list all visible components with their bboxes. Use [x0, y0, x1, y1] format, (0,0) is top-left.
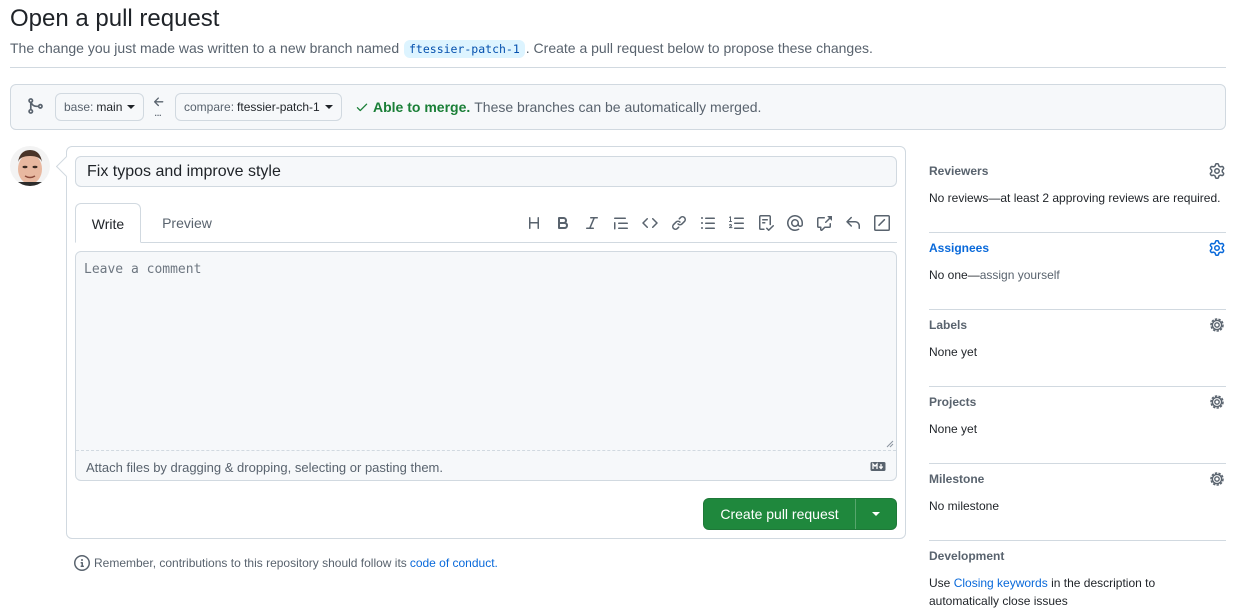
resize-handle-icon[interactable]	[886, 440, 894, 448]
divider	[10, 67, 1226, 68]
slash-commands-icon[interactable]	[867, 213, 896, 233]
italic-icon[interactable]	[577, 213, 606, 233]
check-icon	[356, 103, 368, 112]
page-title: Open a pull request	[10, 5, 220, 32]
gear-icon[interactable]	[1209, 317, 1225, 333]
development-text: Use Closing keywords in the description …	[929, 574, 1155, 610]
labels-status: None yet	[929, 345, 978, 359]
closing-keywords-link[interactable]: Closing keywords	[954, 576, 1048, 590]
pr-title-input[interactable]	[75, 156, 897, 187]
caret-down-icon	[872, 512, 880, 516]
assignees-status: No one—assign yourself	[929, 266, 1060, 284]
ordered-list-icon[interactable]	[722, 213, 751, 233]
info-icon	[74, 555, 90, 571]
bold-icon[interactable]	[548, 213, 577, 233]
quote-icon[interactable]	[606, 213, 635, 233]
subtitle-text: The change you just made was written to …	[10, 40, 400, 56]
sidebar-milestone: Milestone No milestone	[929, 464, 1226, 541]
sidebar-projects: Projects None yet	[929, 387, 1226, 464]
compare-branch-select[interactable]: compare: ftessier-patch-1	[175, 93, 342, 121]
tab-preview[interactable]: Preview	[151, 203, 223, 243]
sidebar-reviewers: Reviewers No reviews—at least 2 approvin…	[929, 156, 1226, 233]
page-subtitle: The change you just made was written to …	[10, 40, 873, 58]
labels-heading[interactable]: Labels	[929, 318, 967, 332]
reviewers-heading[interactable]: Reviewers	[929, 164, 988, 178]
branch-name-code: ftessier-patch-1	[404, 40, 525, 58]
heading-icon[interactable]	[519, 213, 548, 233]
gear-icon[interactable]	[1209, 240, 1225, 256]
create-pull-request-button-group: Create pull request	[703, 498, 897, 530]
assignees-heading[interactable]: Assignees	[929, 241, 989, 255]
compare-label: compare:	[184, 100, 235, 114]
projects-heading[interactable]: Projects	[929, 395, 976, 409]
comment-editor: Attach files by dragging & dropping, sel…	[75, 251, 897, 481]
conduct-note: Remember, contributions to this reposito…	[74, 555, 498, 571]
conduct-text: Remember, contributions to this reposito…	[94, 556, 407, 570]
development-text-b: in the description to	[1051, 576, 1156, 590]
subtitle-text-after: . Create a pull request below to propose…	[525, 40, 873, 56]
gear-icon[interactable]	[1209, 163, 1225, 179]
markdown-toolbar	[519, 213, 896, 233]
reply-icon[interactable]	[838, 213, 867, 233]
assign-yourself-link[interactable]: assign yourself	[980, 268, 1060, 282]
base-label: base:	[64, 100, 94, 114]
caret-down-icon	[324, 105, 333, 109]
pull-request-form: Write Preview Attach files by dragging &…	[66, 146, 906, 539]
projects-status: None yet	[929, 422, 978, 436]
merge-ok-text: Able to merge.	[373, 99, 471, 115]
comment-textarea[interactable]	[76, 252, 896, 450]
link-icon[interactable]	[664, 213, 693, 233]
mention-icon[interactable]	[780, 213, 809, 233]
compare-icon	[28, 98, 43, 114]
merge-status: Able to merge. These branches can be aut…	[355, 99, 761, 115]
compare-value: ftessier-patch-1	[237, 100, 320, 114]
code-icon[interactable]	[635, 213, 664, 233]
avatar[interactable]	[10, 146, 50, 186]
milestone-status: No milestone	[929, 499, 1000, 513]
attach-divider	[76, 450, 896, 451]
caret-down-icon	[127, 105, 136, 109]
code-of-conduct-link[interactable]: code of conduct.	[410, 556, 498, 570]
user-avatar-image	[10, 146, 50, 186]
sidebar-labels: Labels None yet	[929, 310, 1226, 387]
cross-reference-icon[interactable]	[809, 213, 838, 233]
gear-icon[interactable]	[1209, 394, 1225, 410]
development-heading: Development	[929, 549, 1005, 563]
task-list-icon[interactable]	[751, 213, 780, 233]
sidebar-assignees: Assignees No one—assign yourself	[929, 233, 1226, 310]
base-branch-select[interactable]: base: main	[55, 93, 145, 121]
markdown-icon[interactable]	[870, 461, 886, 472]
branch-range-bar: base: main ... compare: ftessier-patch-1…	[10, 84, 1226, 130]
ellipsis: ...	[154, 105, 162, 119]
reviewers-status: No reviews—at least 2 approving reviews …	[929, 191, 1221, 205]
base-value: main	[96, 100, 123, 114]
create-options-dropdown[interactable]	[856, 499, 896, 529]
merge-detail-text: These branches can be automatically merg…	[474, 99, 762, 115]
sidebar: Reviewers No reviews—at least 2 approvin…	[929, 156, 1226, 612]
sidebar-development: Development Use Closing keywords in the …	[929, 541, 1226, 612]
assignees-none-text: No one—	[929, 268, 980, 282]
unordered-list-icon[interactable]	[693, 213, 722, 233]
tabs-divider	[75, 242, 897, 243]
development-text-a: Use	[929, 576, 951, 590]
tab-write[interactable]: Write	[75, 203, 141, 243]
milestone-heading[interactable]: Milestone	[929, 472, 984, 486]
create-pull-request-button[interactable]: Create pull request	[704, 499, 856, 529]
attach-files-text[interactable]: Attach files by dragging & dropping, sel…	[86, 460, 443, 475]
development-text-c: automatically close issues	[929, 594, 1068, 608]
gear-icon[interactable]	[1209, 471, 1225, 487]
